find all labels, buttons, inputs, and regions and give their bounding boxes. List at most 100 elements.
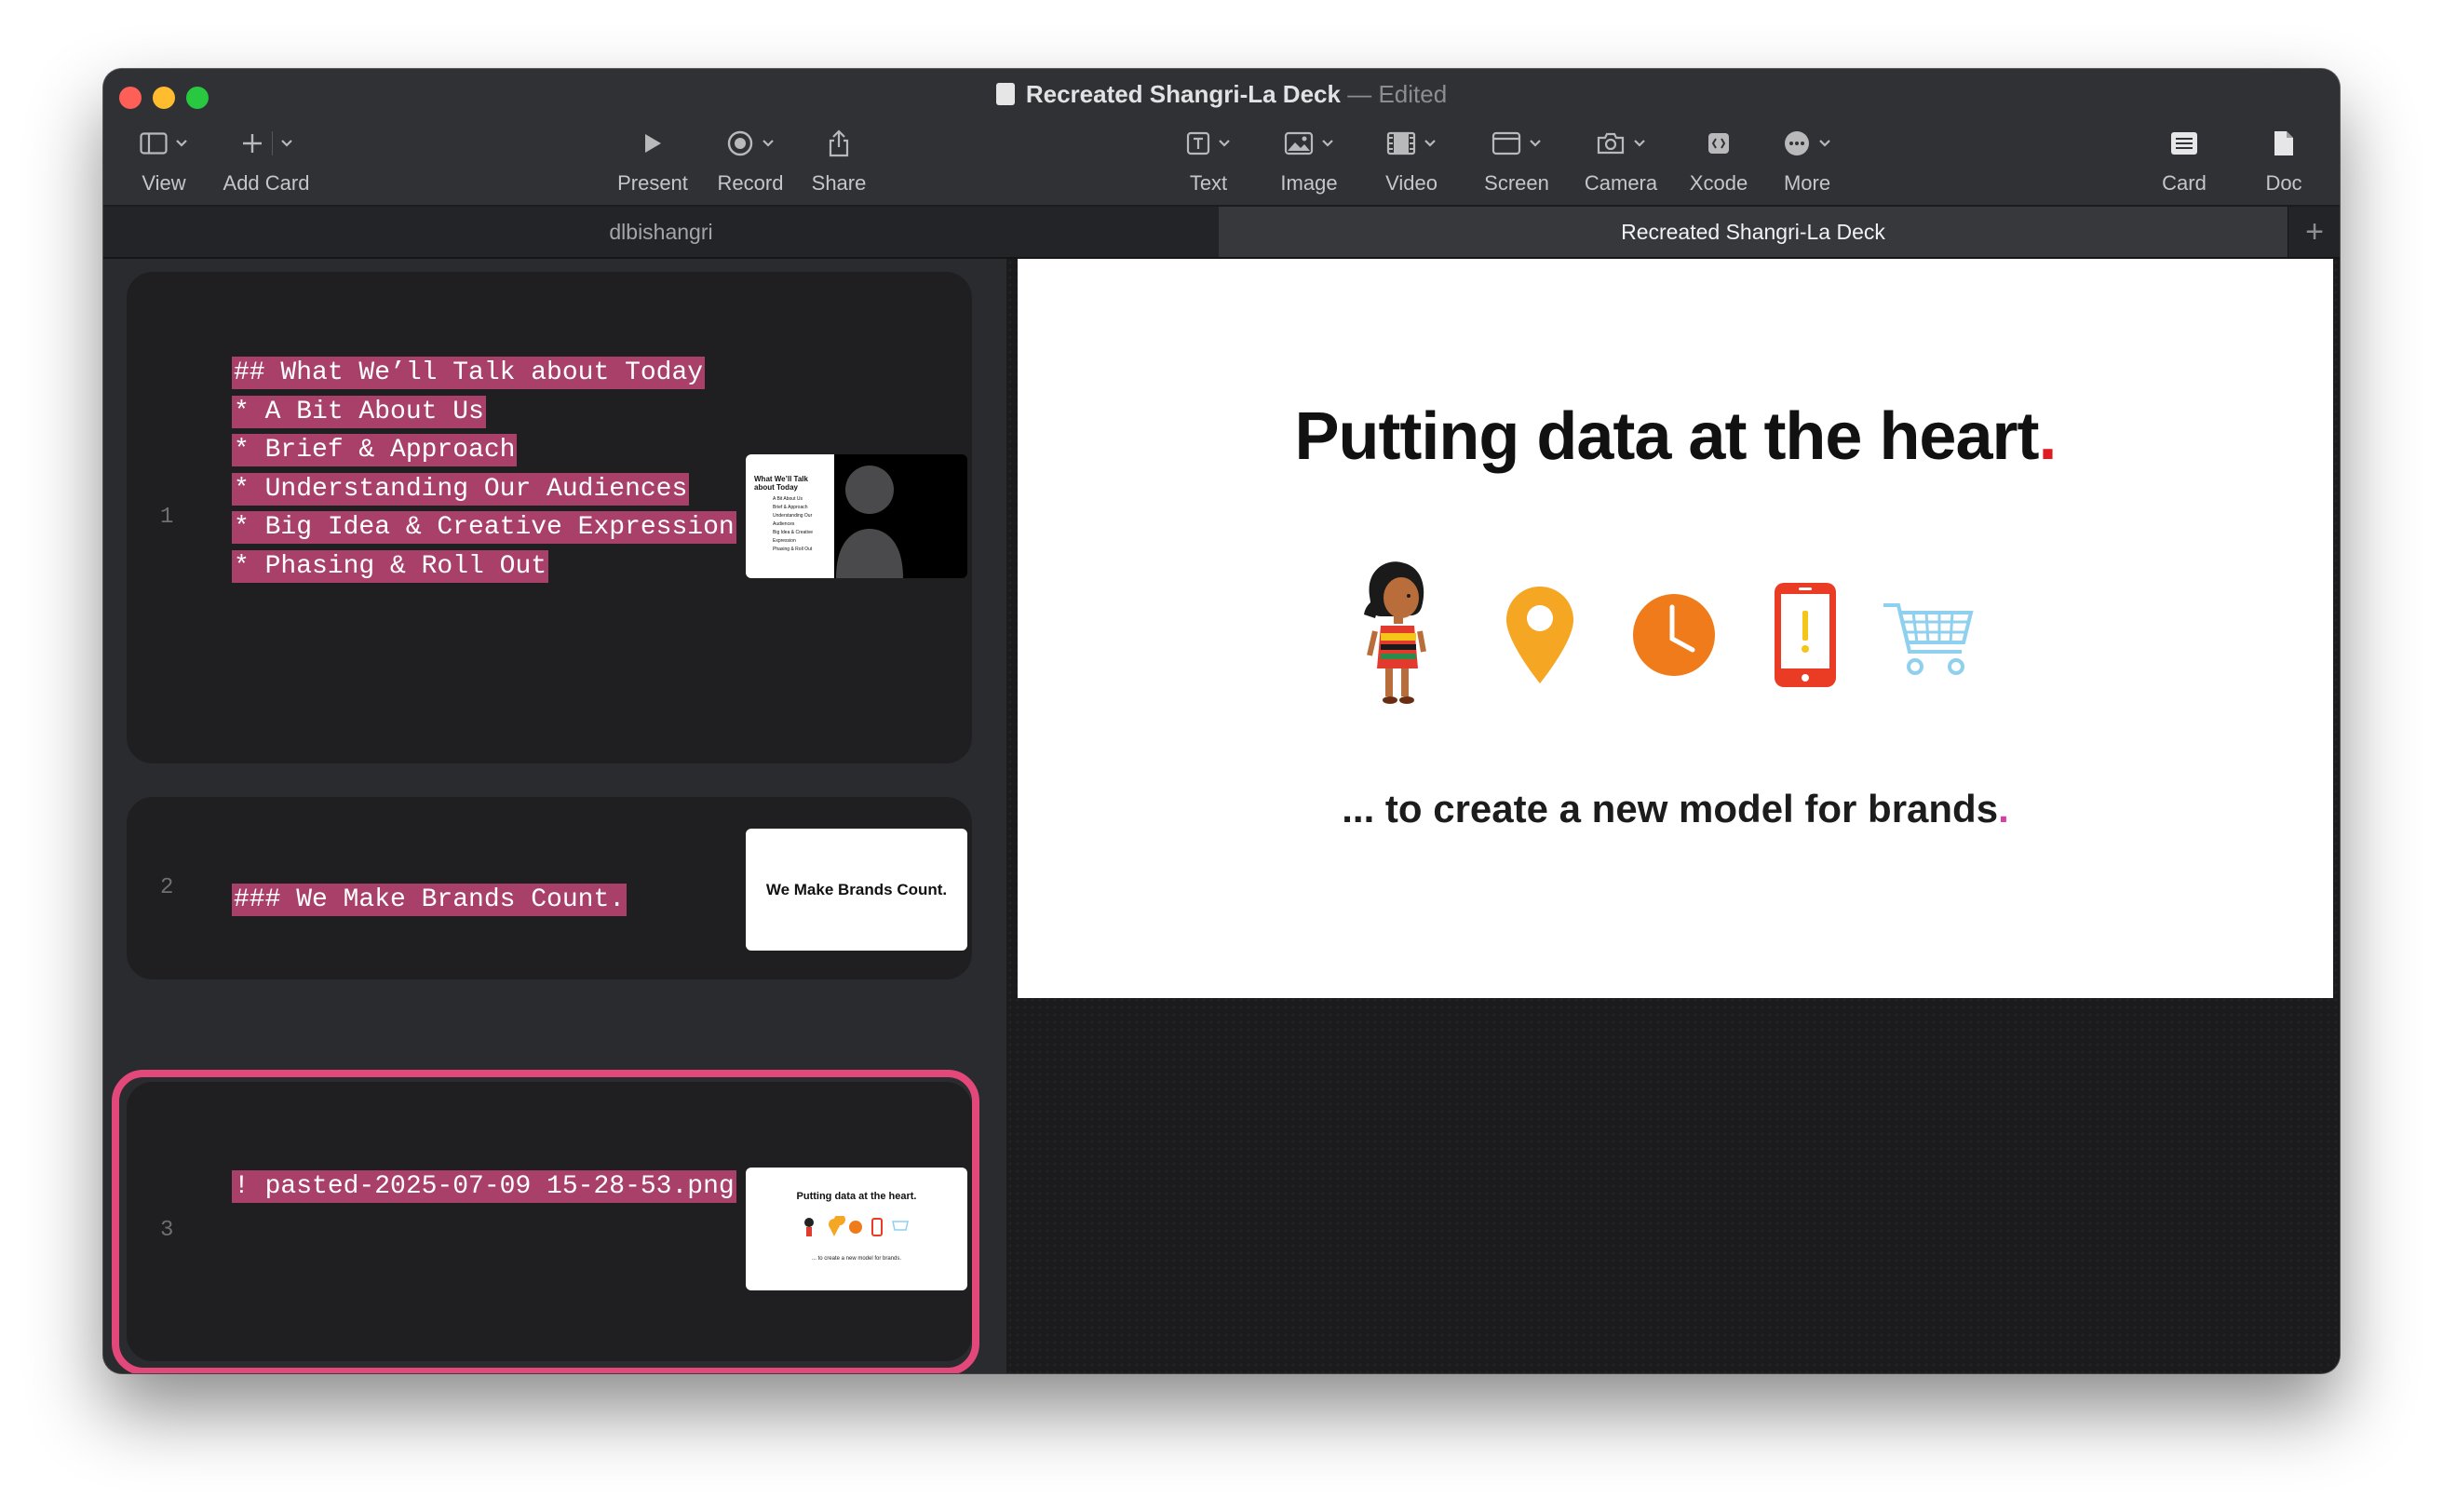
record-label: Record bbox=[717, 171, 784, 195]
markdown-line: * Understanding Our Audiences bbox=[232, 472, 690, 506]
card-list-icon bbox=[2171, 132, 2197, 155]
present-button[interactable]: Present bbox=[611, 125, 695, 196]
share-icon bbox=[829, 129, 849, 157]
camera-label: Camera bbox=[1584, 171, 1658, 195]
document-page-icon bbox=[2274, 131, 2293, 155]
markdown-line: * Big Idea & Creative Expression bbox=[232, 511, 736, 545]
document-icon bbox=[995, 83, 1015, 105]
doc-label: Doc bbox=[2265, 171, 2302, 195]
markdown-line: ### We Make Brands Count. bbox=[232, 884, 628, 916]
card-1[interactable]: 1 ## What We’ll Talk about Today * A Bit… bbox=[127, 272, 972, 763]
thumbnail-bullet: Big Idea & Creative Expression bbox=[773, 530, 814, 544]
slide-subtitle-text: ... to create a new model for brands bbox=[1342, 787, 1999, 830]
plus-icon bbox=[242, 134, 262, 153]
location-pin-icon bbox=[1506, 587, 1573, 683]
screen-label: Screen bbox=[1484, 171, 1549, 195]
app-window: Recreated Shangri-La Deck — Edited View … bbox=[103, 69, 2340, 1373]
play-icon bbox=[645, 134, 661, 153]
presenter-avatar-icon bbox=[836, 466, 903, 578]
markdown-line: * Brief & Approach bbox=[232, 434, 518, 467]
chevron-down-icon bbox=[1424, 140, 1436, 147]
slide-subtitle-period: . bbox=[1998, 787, 2009, 830]
video-label: Video bbox=[1385, 171, 1437, 195]
slide-title-period: . bbox=[2038, 399, 2058, 474]
card-number: 2 bbox=[160, 875, 174, 900]
selected-card-highlight bbox=[112, 1070, 979, 1373]
xcode-button[interactable]: Xcode bbox=[1677, 125, 1761, 196]
slide-canvas[interactable]: Putting data at the heart. ... to create… bbox=[1018, 259, 2333, 998]
camera-icon bbox=[1597, 132, 1625, 155]
thumbnail-title: We Make Brands Count. bbox=[765, 881, 948, 898]
more-button[interactable]: More bbox=[1770, 125, 1844, 196]
add-card-button[interactable]: Add Card bbox=[220, 125, 313, 196]
chevron-down-icon bbox=[1322, 140, 1333, 147]
smartphone-alert-icon bbox=[1775, 583, 1836, 687]
more-label: More bbox=[1783, 171, 1831, 195]
edited-status: Edited bbox=[1378, 80, 1448, 108]
card-list-sidebar[interactable]: 1 ## What We’ll Talk about Today * A Bit… bbox=[103, 259, 1006, 1373]
chevron-down-icon bbox=[176, 140, 187, 147]
share-button[interactable]: Share bbox=[802, 125, 876, 196]
slide-title[interactable]: Putting data at the heart. bbox=[1018, 398, 2333, 475]
titlebar: Recreated Shangri-La Deck — Edited View … bbox=[103, 69, 2340, 207]
image-icon bbox=[1284, 131, 1314, 155]
markdown-line: ## What We’ll Talk about Today bbox=[232, 357, 706, 389]
text-button[interactable]: Text bbox=[1176, 125, 1241, 196]
share-label: Share bbox=[811, 171, 867, 195]
slide-subtitle[interactable]: ... to create a new model for brands. bbox=[1018, 787, 2333, 831]
shopping-cart-icon bbox=[1883, 603, 1974, 675]
view-button[interactable]: View bbox=[131, 125, 196, 196]
film-icon bbox=[1386, 131, 1416, 155]
card-number: 1 bbox=[160, 505, 174, 530]
xcode-label: Xcode bbox=[1689, 171, 1748, 195]
doc-inspector-button[interactable]: Doc bbox=[2256, 125, 2312, 196]
text-box-icon bbox=[1186, 131, 1210, 155]
thumbnail-bullet: A Bit About Us bbox=[773, 496, 803, 502]
markdown-line: * A Bit About Us bbox=[232, 395, 486, 428]
add-card-label: Add Card bbox=[223, 171, 310, 195]
slide-stage[interactable]: Putting data at the heart. ... to create… bbox=[1006, 259, 2340, 1373]
card-1-thumbnail[interactable]: What We’ll Talk about Today A Bit About … bbox=[746, 454, 967, 578]
slide-title-text: Putting data at the heart bbox=[1294, 399, 2039, 474]
chevron-down-icon bbox=[1634, 140, 1645, 147]
image-button[interactable]: Image bbox=[1272, 125, 1346, 196]
window-title-separator: — bbox=[1347, 80, 1372, 108]
card-inspector-button[interactable]: Card bbox=[2152, 125, 2217, 196]
chevron-down-icon bbox=[1219, 140, 1230, 147]
thumbnail-bullet: Phasing & Roll Out bbox=[773, 547, 813, 552]
girl-illustration bbox=[1364, 561, 1426, 704]
clock-icon bbox=[1633, 594, 1715, 676]
chevron-down-icon bbox=[763, 140, 774, 147]
card-2[interactable]: 2 ### We Make Brands Count. We Make Bran… bbox=[127, 797, 972, 979]
screen-button[interactable]: Screen bbox=[1475, 125, 1559, 196]
card-label: Card bbox=[2162, 171, 2207, 195]
sidebar-toggle-icon bbox=[140, 132, 168, 155]
markdown-line: * Phasing & Roll Out bbox=[232, 549, 549, 583]
image-label: Image bbox=[1280, 171, 1338, 195]
more-ellipsis-icon bbox=[1785, 131, 1809, 155]
chevron-down-icon bbox=[1819, 140, 1830, 147]
text-label: Text bbox=[1189, 171, 1228, 195]
xcode-icon bbox=[1708, 133, 1729, 154]
record-button[interactable]: Record bbox=[709, 125, 792, 196]
card-markdown[interactable]: ### We Make Brands Count. bbox=[232, 881, 628, 920]
present-label: Present bbox=[617, 171, 688, 195]
thumbnail-title: What We’ll Talk about Today bbox=[754, 475, 808, 492]
tab-bar: dlbishangri Recreated Shangri-La Deck + bbox=[103, 207, 2340, 259]
video-button[interactable]: Video bbox=[1374, 125, 1449, 196]
chevron-down-icon bbox=[1530, 140, 1541, 147]
view-label: View bbox=[142, 171, 186, 195]
window-title: Recreated Shangri-La Deck — Edited bbox=[103, 80, 2340, 109]
card-2-thumbnail[interactable]: We Make Brands Count. bbox=[746, 829, 967, 951]
screen-window-icon bbox=[1491, 131, 1521, 155]
card-markdown[interactable]: ## What We’ll Talk about Today * A Bit A… bbox=[232, 354, 736, 587]
new-tab-plus-icon[interactable]: + bbox=[2288, 207, 2340, 257]
camera-button[interactable]: Camera bbox=[1574, 125, 1667, 196]
record-icon bbox=[727, 130, 753, 156]
window-title-text: Recreated Shangri-La Deck bbox=[1025, 80, 1341, 108]
thumbnail-bullet: Brief & Approach bbox=[773, 505, 808, 510]
tab-dlbishangri[interactable]: dlbishangri bbox=[103, 207, 1219, 257]
thumbnail-bullet: Understanding Our Audiences bbox=[773, 513, 813, 527]
chevron-down-icon bbox=[280, 140, 292, 147]
tab-recreated-shangri-la-deck[interactable]: Recreated Shangri-La Deck bbox=[1219, 207, 2288, 257]
